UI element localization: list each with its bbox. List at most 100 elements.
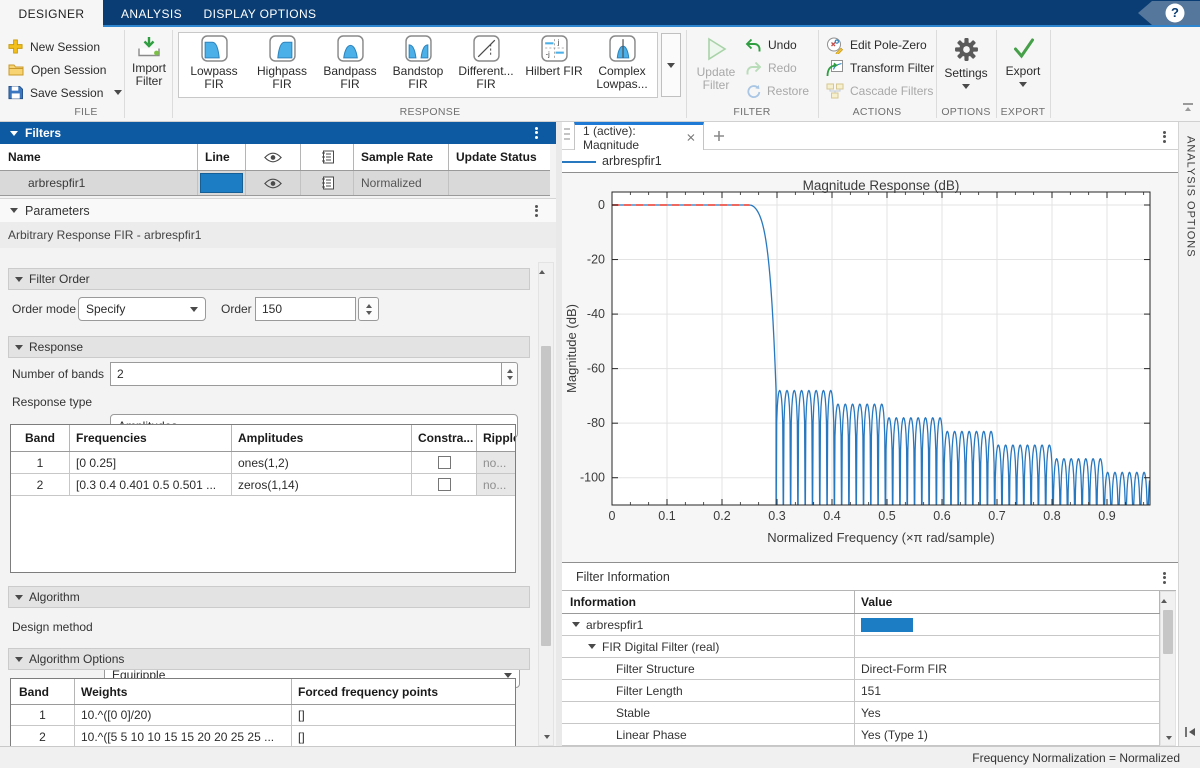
response-highpass-fir[interactable]: Highpass FIR [249,35,315,91]
options-section-label: OPTIONS [936,106,996,118]
parameters-scrollbar[interactable] [538,262,554,746]
order-stepper[interactable] [358,297,379,321]
export-button[interactable]: Export [998,37,1048,87]
analysis-options-strip[interactable]: ANALYSIS OPTIONS [1178,122,1200,746]
close-icon[interactable] [687,133,695,142]
gallery-dropdown-button[interactable] [661,33,681,97]
new-figure-tab-button[interactable] [710,127,728,145]
differentiator-fir-icon [473,35,500,62]
magnitude-response-chart[interactable]: 00.10.20.30.40.50.60.70.80.90-20-40-60-8… [562,173,1178,562]
settings-button[interactable]: Settings [938,37,994,89]
figure-menu-icon[interactable] [1163,129,1166,144]
info-row-linear-phase[interactable]: Linear Phase Yes (Type 1) [562,724,1176,746]
notes-icon [321,150,334,164]
band-table-row[interactable]: 1 [0 0.25] ones(1,2) no... [11,452,515,474]
legend-label[interactable]: arbrespfir1 [602,154,662,168]
constraints-checkbox[interactable] [438,456,451,469]
parameters-menu-icon[interactable] [535,203,538,218]
update-filter-button[interactable]: Update Filter [692,36,740,92]
save-session-button[interactable]: Save Session [8,83,122,102]
undo-button[interactable]: Undo [745,36,797,54]
response-hilbert-fir[interactable]: j-j Hilbert FIR [521,35,587,78]
algorithm-options-section-header[interactable]: Algorithm Options [8,648,530,670]
status-message: Frequency Normalization = Normalized [972,751,1180,765]
svg-text:0.6: 0.6 [933,509,950,523]
cascade-filters-button[interactable]: Cascade Filters [826,82,933,100]
tab-analysis[interactable]: ANALYSIS [103,0,200,27]
scrollbar-thumb[interactable] [541,346,551,646]
parameters-collapse-icon [10,208,18,213]
filter-row-arbrespfir1[interactable]: arbrespfir1 Normalized [0,171,550,196]
algorithm-section-header[interactable]: Algorithm [8,586,530,608]
tab-drag-handle[interactable] [564,128,570,144]
export-check-icon [1011,37,1036,60]
svg-text:0.8: 0.8 [1043,509,1060,523]
tab-display-options[interactable]: DISPLAY OPTIONS [200,0,320,27]
response-bandpass-fir[interactable]: Bandpass FIR [317,35,383,91]
svg-text:0.2: 0.2 [713,509,730,523]
scroll-up-icon[interactable] [539,270,545,274]
filter-notes-button[interactable] [301,171,354,195]
constraints-checkbox[interactable] [438,478,451,491]
scroll-down-icon[interactable] [1166,736,1172,740]
expander-icon[interactable] [588,644,596,649]
svg-text:-j: -j [545,49,549,58]
step-up-icon[interactable] [366,304,372,308]
lowpass-fir-icon [201,35,228,62]
scroll-up-icon[interactable] [1161,599,1167,603]
scrollbar-thumb[interactable] [1163,610,1173,654]
figure-tab-magnitude[interactable]: 1 (active): Magnitude [574,122,704,150]
svg-text:Magnitude Response (dB): Magnitude Response (dB) [803,178,960,193]
step-down-icon[interactable] [366,311,372,315]
order-mode-dropdown[interactable]: Specify [78,297,206,321]
filter-info-scrollbar[interactable] [1160,591,1176,746]
weights-table-row[interactable]: 1 10.^([0 0]/20) [] [11,705,515,726]
import-filter-button[interactable]: Import Filter [126,36,172,88]
dock-left-icon[interactable] [1184,726,1196,738]
restore-button[interactable]: Restore [745,82,809,100]
design-method-label: Design method [12,614,93,640]
order-label: Order [221,297,252,321]
response-complex-lowpass[interactable]: Complex Lowpas... [589,35,655,91]
order-input[interactable]: 150 [255,297,356,321]
parameters-panel-header[interactable]: Parameters [0,198,556,222]
info-line-swatch [861,618,913,632]
scroll-down-icon[interactable] [544,735,550,739]
info-row-length[interactable]: Filter Length 151 [562,680,1176,702]
bands-stepper[interactable] [501,362,518,386]
step-down-icon[interactable] [507,376,513,380]
number-of-bands-input[interactable]: 2 [110,362,502,386]
open-session-button[interactable]: Open Session [8,60,106,79]
step-up-icon[interactable] [507,369,513,373]
response-lowpass-fir[interactable]: Lowpass FIR [181,35,247,91]
filter-info-menu-icon[interactable] [1163,570,1166,585]
response-bandstop-fir[interactable]: Bandstop FIR [385,35,451,91]
tab-designer[interactable]: DESIGNER [0,0,103,27]
response-differentiator-fir[interactable]: Different... FIR [453,35,519,91]
svg-text:0.4: 0.4 [823,509,840,523]
transform-filter-icon [826,59,844,77]
save-session-icon [8,85,23,100]
help-button[interactable]: ? [1138,1,1200,25]
info-row-fir[interactable]: FIR Digital Filter (real) [562,636,1176,658]
info-row-structure[interactable]: Filter Structure Direct-Form FIR [562,658,1176,680]
info-row-filter[interactable]: arbrespfir1 [562,614,1176,636]
filters-menu-icon[interactable] [535,125,538,140]
weights-table-row[interactable]: 2 10.^([5 5 10 10 15 15 20 20 25 25 ... … [11,726,515,747]
response-section-header[interactable]: Response [8,336,530,358]
edit-pole-zero-button[interactable]: Edit Pole-Zero [826,36,927,54]
save-session-caret-icon[interactable] [114,90,122,95]
filters-panel-header[interactable]: Filters [0,122,556,144]
magnitude-response-plot[interactable]: 00.10.20.30.40.50.60.70.80.90-20-40-60-8… [562,173,1178,562]
band-table-row[interactable]: 2 [0.3 0.4 0.401 0.5 0.501 ... zeros(1,1… [11,474,515,496]
filter-order-section-header[interactable]: Filter Order [8,268,530,290]
transform-filter-button[interactable]: Transform Filter [826,59,934,77]
visibility-toggle[interactable] [246,171,301,195]
collapse-toolstrip-button[interactable] [1182,103,1194,115]
new-session-button[interactable]: New Session [8,37,100,56]
expander-icon[interactable] [572,622,580,627]
redo-button[interactable]: Redo [745,59,797,77]
line-color-cell[interactable] [198,171,246,195]
info-row-stable[interactable]: Stable Yes [562,702,1176,724]
undo-icon [745,38,762,53]
